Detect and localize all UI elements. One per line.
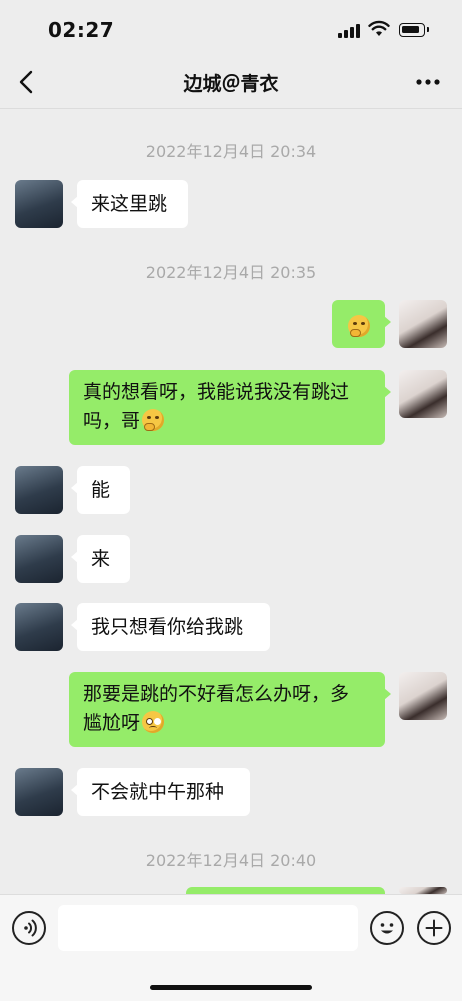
message-text: 能	[91, 479, 111, 501]
chat-title: 边城＠青衣	[183, 73, 279, 95]
more-dots-icon[interactable]	[412, 70, 444, 94]
input-bar	[0, 894, 462, 1001]
home-indicator[interactable]	[150, 985, 312, 990]
contact-avatar[interactable]	[15, 603, 63, 651]
message-bubble-received[interactable]: 来这里跳	[71, 180, 188, 228]
status-time: 02:27	[48, 18, 115, 42]
thinking-face-emoji-icon	[348, 315, 370, 337]
status-bar: 02:27	[0, 0, 462, 56]
battery-icon	[399, 23, 429, 37]
timestamp: 2022年12月4日 20:35	[145, 263, 317, 282]
message-text: 真的想看呀，我能说我没有跳过	[83, 381, 350, 403]
message-bubble-received[interactable]: 我只想看你给我跳	[71, 603, 270, 651]
message-text: 我只想看你给我跳	[91, 616, 244, 638]
message-text: 来	[91, 548, 111, 570]
message-bubble-received[interactable]: 能	[71, 466, 130, 514]
timestamp: 2022年12月4日 20:34	[145, 142, 317, 161]
self-avatar[interactable]	[399, 370, 447, 418]
message-bubble-received[interactable]: 不会就中午那种	[71, 768, 250, 816]
message-bubble-received[interactable]: 来	[71, 535, 130, 583]
message-text: 来这里跳	[91, 193, 168, 215]
signal-icon	[338, 24, 360, 38]
message-text: 尴尬呀	[83, 712, 141, 734]
chat-header: 边城＠青衣	[0, 56, 462, 109]
plus-icon[interactable]	[417, 911, 451, 945]
contact-avatar[interactable]	[15, 180, 63, 228]
self-avatar[interactable]	[399, 300, 447, 348]
timestamp: 2022年12月4日 20:40	[145, 851, 317, 870]
pleading-face-emoji-icon	[142, 711, 165, 733]
message-input[interactable]	[58, 905, 358, 951]
message-text: 不会就中午那种	[91, 781, 225, 803]
contact-avatar[interactable]	[15, 535, 63, 583]
contact-avatar[interactable]	[15, 466, 63, 514]
emoji-icon[interactable]	[370, 911, 404, 945]
self-avatar[interactable]	[399, 672, 447, 720]
contact-avatar[interactable]	[15, 768, 63, 816]
thinking-face-emoji-icon	[142, 409, 165, 431]
message-bubble-sent[interactable]	[186, 887, 391, 915]
message-text: 那要是跳的不好看怎么办呀，多	[83, 683, 350, 705]
wifi-icon	[368, 20, 390, 36]
message-text: 吗，哥	[83, 410, 141, 432]
self-avatar[interactable]	[399, 887, 447, 894]
message-bubble-sent[interactable]: 那要是跳的不好看怎么办呀，多 尴尬呀	[69, 672, 391, 747]
message-bubble-sent[interactable]: 真的想看呀，我能说我没有跳过 吗，哥	[69, 370, 391, 445]
message-bubble-sent[interactable]	[332, 300, 391, 348]
voice-icon[interactable]	[12, 911, 46, 945]
